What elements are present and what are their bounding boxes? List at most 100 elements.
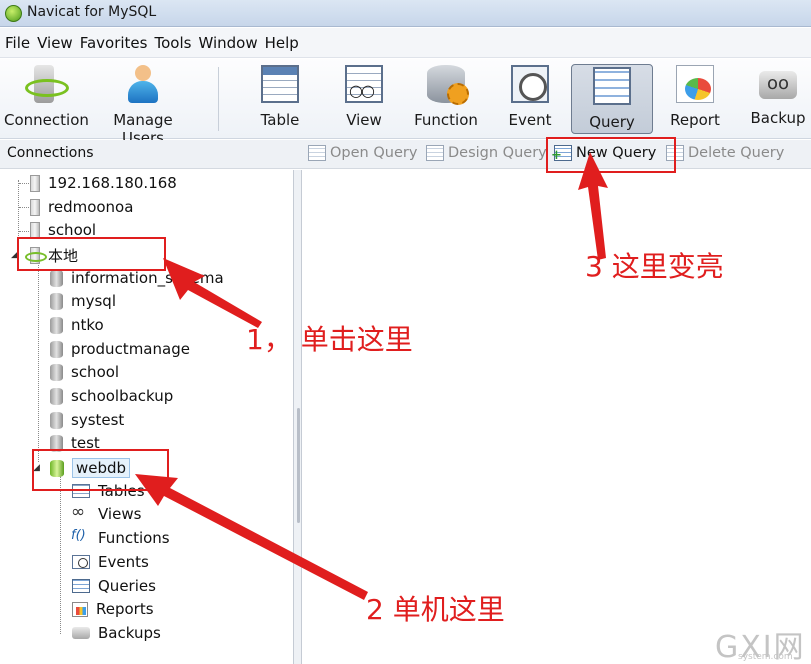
tree-webdb-functions[interactable]: Functions [71,528,170,548]
view-button[interactable]: View [334,63,394,135]
tree-node-label: schoolbackup [71,387,174,405]
open-query-label: Open Query [330,145,418,161]
annotation-box-new-query [546,137,676,173]
query-icon [593,67,631,105]
tree-db-schoolbackup[interactable]: schoolbackup [50,387,173,405]
site-watermark-sub: system.com [738,652,793,662]
annotation-box-local [17,237,166,271]
annotation-step1: 1， 单击这里 [246,323,413,356]
server-icon [30,174,40,192]
tree-db-mysql[interactable]: mysql [50,292,116,310]
tree-node-label: redmoonoa [48,198,134,216]
tree-node-label: Backups [98,624,161,642]
window-title: Navicat for MySQL [27,4,157,20]
function-icon [427,65,469,105]
function-button[interactable]: Function [412,63,480,135]
menu-favorites[interactable]: Favorites [79,34,154,52]
main-toolbar: Connection Manage Users Table View Funct… [0,59,811,147]
annotation-step3: 3 这里变亮 [585,250,724,283]
connection-button[interactable]: Connection [4,63,89,135]
tree-node-label: 192.168.180.168 [48,174,177,192]
events-clock-icon [72,555,90,569]
tree-line [60,476,61,634]
database-icon [50,340,63,358]
database-icon [50,387,63,405]
menu-window[interactable]: Window [197,34,263,52]
table-icon [261,65,299,103]
backup-button[interactable]: Backup [748,63,808,135]
event-clock-icon [511,65,549,103]
query-button[interactable]: Query [571,64,653,134]
tree-webdb-views[interactable]: Views [71,502,142,524]
user-icon [124,65,162,103]
views-glasses-icon [71,502,90,523]
database-icon [50,292,63,310]
server-icon [30,198,40,216]
table-button[interactable]: Table [250,63,310,135]
server-icon [30,221,40,239]
tree-db-school[interactable]: school [50,363,119,381]
tree-webdb-events[interactable]: Events [72,553,149,571]
event-button[interactable]: Event [502,63,558,135]
tree-node-label: Reports [96,600,154,618]
tree-node-label: ntko [71,316,104,334]
delete-query-button[interactable]: Delete Query [666,145,784,161]
menu-bar: File View Favorites Tools Window Help [0,28,811,58]
menu-tools[interactable]: Tools [153,34,197,52]
manage-users-button[interactable]: Manage Users [90,63,196,147]
tree-db-productmanage[interactable]: productmanage [50,340,190,358]
queries-icon [72,579,90,593]
tree-webdb-queries[interactable]: Queries [72,577,156,595]
report-chart-icon [676,65,714,103]
toolbar-separator [218,67,219,131]
tree-db-systest[interactable]: systest [50,411,124,429]
tree-node-label: school [71,363,120,381]
menu-view[interactable]: View [36,34,79,52]
tree-webdb-backups[interactable]: Backups [72,624,161,642]
view-label: View [346,111,382,129]
tree-node-label: Events [98,553,149,571]
connection-icon [25,65,69,103]
tree-connection-192-168-180-168[interactable]: 192.168.180.168 [30,174,177,192]
object-toolbar: Connections Open Query Design Query New … [0,140,811,169]
open-query-icon [308,145,326,161]
tree-line [38,262,39,462]
query-label: Query [589,113,635,131]
tree-node-label: mysql [71,292,116,310]
tree-node-label: systest [71,411,125,429]
tree-node-label: information_schema [71,269,224,287]
menu-help[interactable]: Help [264,34,305,52]
design-query-button[interactable]: Design Query [426,145,547,161]
function-label: Function [414,111,478,129]
tree-node-label: Queries [98,577,156,595]
open-query-button[interactable]: Open Query [308,145,417,161]
table-label: Table [260,111,300,129]
connections-header: Connections [7,145,94,161]
report-button[interactable]: Report [666,63,724,135]
navicat-app-icon [5,5,22,22]
backup-label: Backup [750,109,806,127]
delete-query-label: Delete Query [688,145,785,161]
reports-icon [72,601,88,617]
title-bar: Navicat for MySQL [0,0,811,27]
connection-label: Connection [4,111,89,129]
functions-icon [71,528,90,547]
splitter-grip[interactable] [297,408,300,523]
database-icon [50,411,63,429]
tree-db-ntko[interactable]: ntko [50,316,104,334]
annotation-box-webdb [32,449,169,491]
design-query-label: Design Query [448,145,547,161]
tree-db-information-schema[interactable]: information_schema [50,269,224,287]
backup-icon [759,71,797,99]
design-query-icon [426,145,444,161]
report-label: Report [670,111,720,129]
tree-node-label: productmanage [71,340,190,358]
tree-node-label: Views [98,505,142,523]
database-icon [50,316,63,334]
menu-file[interactable]: File [4,34,36,52]
tree-node-label: Functions [98,529,170,547]
tree-line [19,183,29,184]
tree-connection-redmoonoa[interactable]: redmoonoa [30,198,133,216]
tree-line [19,231,29,232]
tree-webdb-reports[interactable]: Reports [72,600,154,618]
